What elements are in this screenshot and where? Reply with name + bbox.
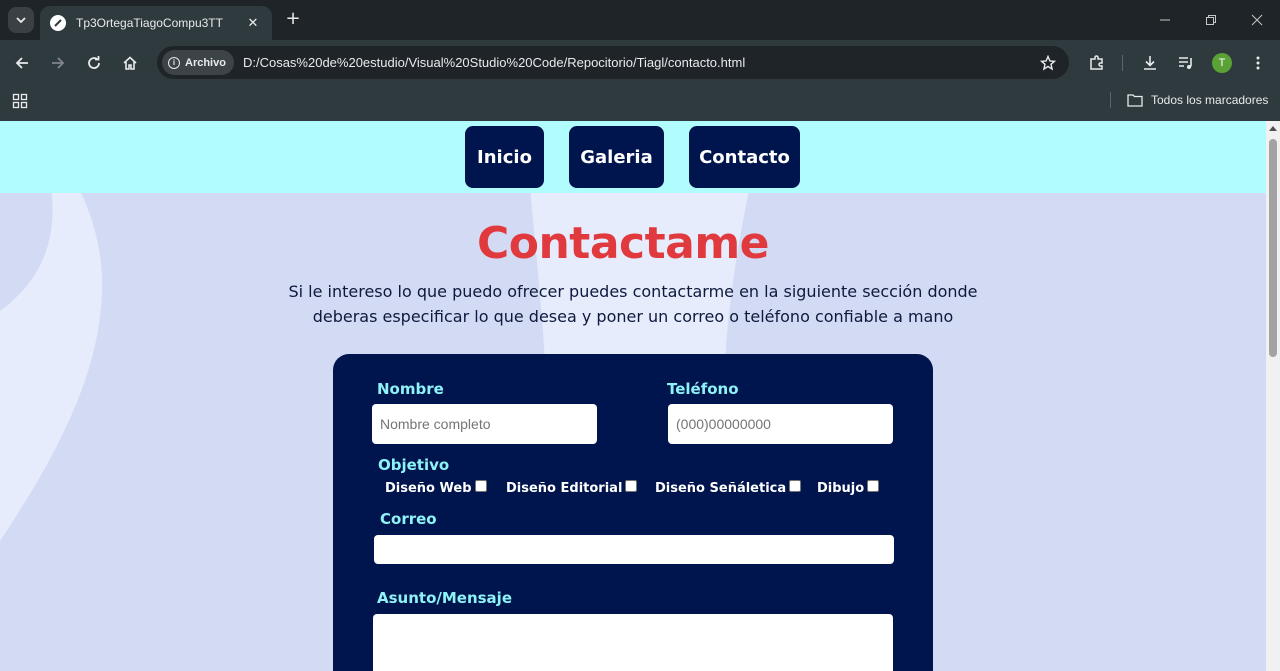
objective-option[interactable]: Diseño Web <box>385 479 487 496</box>
apps-grid-icon[interactable] <box>12 93 28 109</box>
home-icon <box>123 56 137 70</box>
message-label: Asunto/Mensaje <box>377 589 512 607</box>
playlist-music-icon <box>1179 57 1192 69</box>
folder-icon <box>1127 94 1143 107</box>
nav-contacto-button[interactable]: Contacto <box>689 126 800 188</box>
forward-button[interactable] <box>46 51 70 75</box>
back-button[interactable] <box>10 51 34 75</box>
address-bar[interactable]: i Archivo D:/Cosas%20de%20estudio/Visual… <box>157 46 1069 79</box>
tab-strip: Tp3OrtegaTiagoCompu3TT ✕ + <box>0 0 1280 40</box>
objective-label: Objetivo <box>378 456 450 474</box>
page-scrollbar[interactable] <box>1266 121 1280 671</box>
browser-tab[interactable]: Tp3OrtegaTiagoCompu3TT ✕ <box>40 6 272 40</box>
tab-title: Tp3OrtegaTiagoCompu3TT <box>76 16 223 30</box>
objective-option[interactable]: Diseño Editorial <box>506 479 638 496</box>
url-text[interactable]: D:/Cosas%20de%20estudio/Visual%20Studio%… <box>243 55 1033 70</box>
name-input[interactable] <box>372 404 597 444</box>
close-tab-icon[interactable]: ✕ <box>244 16 262 31</box>
page-title: Contactame <box>476 218 770 269</box>
restore-button[interactable] <box>1188 6 1234 34</box>
objective-checkbox[interactable] <box>789 479 802 492</box>
extensions-button[interactable] <box>1085 51 1109 75</box>
objective-option-label: Diseño Editorial <box>506 481 623 496</box>
nav-galeria-button[interactable]: Galeria <box>569 126 664 188</box>
tab-search-button[interactable] <box>8 7 34 33</box>
page-viewport: Inicio Galeria Contacto Contactame Si le… <box>0 121 1266 671</box>
all-bookmarks-button[interactable]: Todos los marcadores <box>1127 91 1268 109</box>
nav-inicio-button[interactable]: Inicio <box>465 126 544 188</box>
toolbar-divider <box>1122 55 1123 71</box>
objective-checkbox[interactable] <box>867 479 880 492</box>
objective-option[interactable]: Dibujo <box>817 479 880 496</box>
objective-checkbox[interactable] <box>474 479 487 492</box>
arrow-right-icon <box>52 57 65 69</box>
bookmarks-bar <box>0 86 1280 121</box>
star-icon <box>1040 54 1056 70</box>
media-controls-button[interactable] <box>1174 51 1198 75</box>
phone-label: Teléfono <box>667 380 739 398</box>
scrollbar-thumb[interactable] <box>1269 139 1277 357</box>
contact-form: Nombre Teléfono Objetivo Diseño Web Dise… <box>333 354 933 671</box>
close-icon <box>1251 14 1263 26</box>
site-navbar: Inicio Galeria Contacto <box>0 121 1266 193</box>
minimize-icon <box>1160 19 1170 21</box>
bookmarks-divider <box>1110 92 1111 108</box>
close-window-button[interactable] <box>1234 6 1280 34</box>
message-textarea[interactable] <box>373 614 893 671</box>
menu-button[interactable] <box>1246 51 1270 75</box>
site-info-chip[interactable]: i Archivo <box>162 50 234 75</box>
arrow-left-icon <box>15 57 28 69</box>
all-bookmarks-label: Todos los marcadores <box>1151 93 1269 107</box>
new-tab-button[interactable]: + <box>282 8 304 30</box>
reload-icon <box>88 56 100 69</box>
objective-option-label: Dibujo <box>817 481 865 496</box>
intro-paragraph: Si le intereso lo que puedo ofrecer pued… <box>288 282 978 326</box>
more-vertical-icon <box>1256 56 1260 70</box>
phone-input[interactable] <box>668 404 893 444</box>
email-label: Correo <box>380 510 437 528</box>
puzzle-icon <box>1090 55 1103 70</box>
info-icon: i <box>168 56 180 69</box>
downloads-button[interactable] <box>1138 51 1162 75</box>
reload-button[interactable] <box>82 51 106 75</box>
objective-option-label: Diseño Señáletica <box>655 481 787 496</box>
bookmark-star-button[interactable] <box>1033 54 1063 71</box>
chevron-down-icon <box>16 17 26 24</box>
download-icon <box>1144 56 1156 70</box>
scroll-up-arrow-icon[interactable] <box>1269 126 1277 131</box>
page-favicon-icon <box>50 15 66 31</box>
objective-checkbox[interactable] <box>625 479 638 492</box>
email-input[interactable] <box>374 535 894 564</box>
home-button[interactable] <box>118 51 142 75</box>
browser-toolbar: i Archivo D:/Cosas%20de%20estudio/Visual… <box>0 40 1280 86</box>
objective-option[interactable]: Diseño Señáletica <box>655 479 802 496</box>
profile-avatar[interactable]: T <box>1212 53 1232 73</box>
name-label: Nombre <box>377 380 444 398</box>
site-info-label: Archivo <box>185 56 226 69</box>
minimize-button[interactable] <box>1142 6 1188 34</box>
restore-icon <box>1206 15 1216 25</box>
objective-option-label: Diseño Web <box>385 481 472 496</box>
